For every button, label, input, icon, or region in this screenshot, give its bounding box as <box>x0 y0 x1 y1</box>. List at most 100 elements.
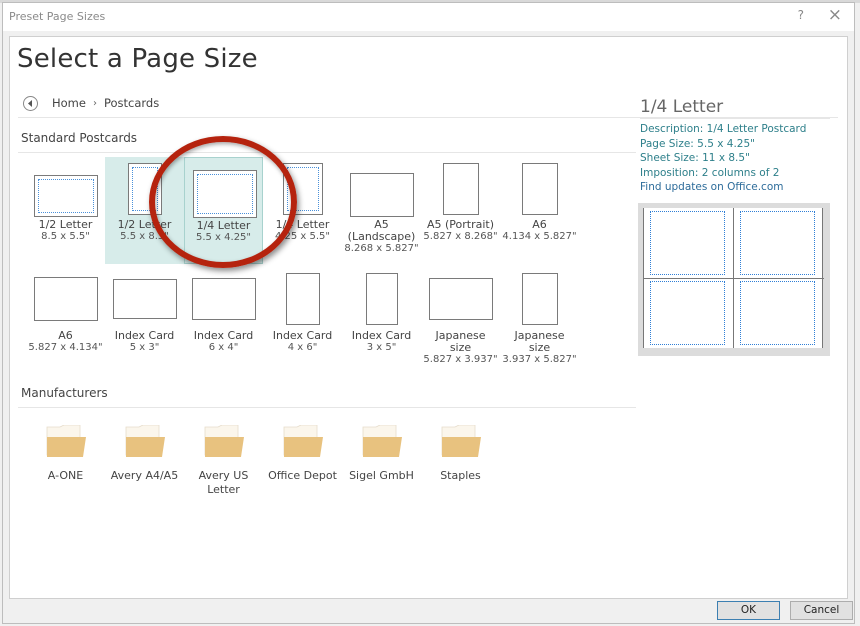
detail-imposition: Imposition: 2 columns of 2 <box>640 166 780 179</box>
breadcrumb-home[interactable]: Home <box>52 96 86 110</box>
page-thumbnail-icon <box>285 273 320 325</box>
window-title: Preset Page Sizes <box>9 10 106 23</box>
page-thumbnail-icon <box>127 163 162 215</box>
postcard-size: 3 x 5" <box>366 342 397 353</box>
detail-title: 1/4 Letter <box>640 97 724 117</box>
postcard-tile[interactable]: 1/2 Letter 5.5 x 8.5" <box>105 157 184 264</box>
breadcrumb-postcards: Postcards <box>103 96 160 110</box>
folder-icon <box>204 424 244 459</box>
page-thumbnail-icon <box>349 173 414 217</box>
postcard-size: 5.827 x 4.134" <box>28 342 103 353</box>
imposition-preview <box>638 203 830 356</box>
print-margin-guide <box>131 167 158 211</box>
folder-icon <box>283 424 323 459</box>
manufacturer-name: Sigel GmbH <box>349 469 414 482</box>
manufacturer-folder[interactable]: Sigel GmbH <box>342 424 421 483</box>
manufacturer-name: Avery A4/A5 <box>110 469 179 482</box>
manufacturer-folder[interactable]: Avery A4/A5 <box>105 424 184 483</box>
postcard-tile[interactable]: Japanese size 5.827 x 3.937" <box>421 268 500 366</box>
thumbnail-area <box>26 268 105 330</box>
detail-description: Description: 1/4 Letter Postcard <box>640 123 807 135</box>
folder-icon <box>125 424 165 459</box>
manufacturer-folder[interactable]: A-ONE <box>26 424 105 483</box>
page-thumbnail-icon <box>282 163 323 215</box>
postcard-tile[interactable]: Index Card 6 x 4" <box>184 268 263 354</box>
preview-row-divider <box>644 278 824 279</box>
page-thumbnail-icon <box>365 273 398 325</box>
postcard-size: 5.5 x 4.25" <box>195 232 252 243</box>
postcard-size: 5.827 x 8.268" <box>423 231 498 242</box>
close-button[interactable]: × <box>828 5 842 25</box>
postcard-name: Index Card <box>351 329 412 342</box>
postcard-tile[interactable]: A6 4.134 x 5.827" <box>500 157 579 243</box>
page-thumbnail-icon <box>192 170 257 218</box>
preview-sheet <box>643 208 824 348</box>
postcard-tile[interactable]: 1/4 Letter 4.25 x 5.5" <box>263 157 342 243</box>
postcard-name: Index Card <box>114 329 175 342</box>
postcard-size: 8.268 x 5.827" <box>344 243 419 254</box>
postcard-size: 5 x 3" <box>129 342 160 353</box>
find-updates-link[interactable]: Find updates on Office.com <box>640 180 806 195</box>
breadcrumb: Home › Postcards <box>23 93 159 113</box>
manufacturer-folder[interactable]: Office Depot <box>263 424 342 483</box>
detail-divider <box>640 118 830 119</box>
manufacturer-name: A-ONE <box>47 469 84 482</box>
preview-card <box>740 281 815 345</box>
postcard-name: Japanese size <box>514 329 565 354</box>
page-thumbnail-icon <box>442 163 479 215</box>
postcard-tile[interactable]: 1/2 Letter 8.5 x 5.5" <box>26 157 105 243</box>
content-panel: Select a Page Size Home › Postcards Stan… <box>9 36 848 599</box>
cancel-button[interactable]: Cancel <box>790 601 853 620</box>
page-thumbnail-icon <box>521 163 558 215</box>
postcard-tile[interactable]: Index Card 3 x 5" <box>342 268 421 354</box>
postcard-tile[interactable]: Index Card 4 x 6" <box>263 268 342 354</box>
postcard-size: 3.937 x 5.827" <box>502 354 577 365</box>
postcard-tile[interactable]: A5 (Portrait) 5.827 x 8.268" <box>421 157 500 243</box>
postcard-size: 4.25 x 5.5" <box>274 231 331 242</box>
manufacturer-name: Office Depot <box>268 469 337 482</box>
thumbnail-area <box>26 157 105 219</box>
print-margin-guide <box>37 179 94 213</box>
postcard-size: 8.5 x 5.5" <box>41 231 90 242</box>
manufacturers-divider <box>18 407 636 408</box>
page-thumbnail-icon <box>428 278 493 320</box>
thumbnail-area <box>342 268 421 330</box>
page-thumbnail-icon <box>191 278 256 320</box>
manufacturer-name: Avery US Letter <box>198 469 249 496</box>
preset-page-sizes-dialog: Preset Page Sizes ? × Select a Page Size… <box>2 2 855 624</box>
postcard-tile[interactable]: A5 (Landscape) 8.268 x 5.827" <box>342 157 421 255</box>
postcard-size: 6 x 4" <box>208 342 239 353</box>
folder-icon <box>441 424 481 459</box>
folder-icon <box>46 424 86 459</box>
postcard-tile[interactable]: Japanese size 3.937 x 5.827" <box>500 268 579 366</box>
breadcrumb-separator: › <box>92 97 97 109</box>
postcard-name: Index Card <box>193 329 254 342</box>
detail-info: Description: 1/4 Letter Postcard Page Si… <box>640 122 806 195</box>
manufacturer-folder[interactable]: Avery US Letter <box>184 424 263 497</box>
postcard-tile[interactable]: 1/4 Letter 5.5 x 4.25" <box>184 157 263 264</box>
back-button[interactable] <box>23 95 38 111</box>
manufacturer-folder[interactable]: Staples <box>421 424 500 483</box>
help-button[interactable]: ? <box>798 8 804 22</box>
postcard-name: A5 (Landscape) <box>347 218 416 243</box>
folder-icon <box>362 424 402 459</box>
thumbnail-area <box>105 268 184 330</box>
page-thumbnail-icon <box>33 175 98 217</box>
manufacturers-heading: Manufacturers <box>21 386 108 400</box>
postcard-size: 4.134 x 5.827" <box>502 231 577 242</box>
postcard-tile[interactable]: A6 5.827 x 4.134" <box>26 268 105 354</box>
thumbnail-area <box>263 157 342 219</box>
postcard-name: Japanese size <box>435 329 486 354</box>
title-bar: Preset Page Sizes ? × <box>3 3 854 31</box>
postcard-name: Index Card <box>272 329 333 342</box>
page-thumbnail-icon <box>521 273 558 325</box>
preview-card <box>740 211 815 275</box>
postcard-size: 4 x 6" <box>287 342 318 353</box>
ok-button[interactable]: OK <box>717 601 780 620</box>
postcard-name: A6 <box>58 329 73 342</box>
thumbnail-area <box>263 268 342 330</box>
print-margin-guide <box>286 167 319 211</box>
detail-sheet-size: Sheet Size: 11 x 8.5" <box>640 152 750 164</box>
postcard-tile[interactable]: Index Card 5 x 3" <box>105 268 184 354</box>
preview-card <box>650 281 725 345</box>
